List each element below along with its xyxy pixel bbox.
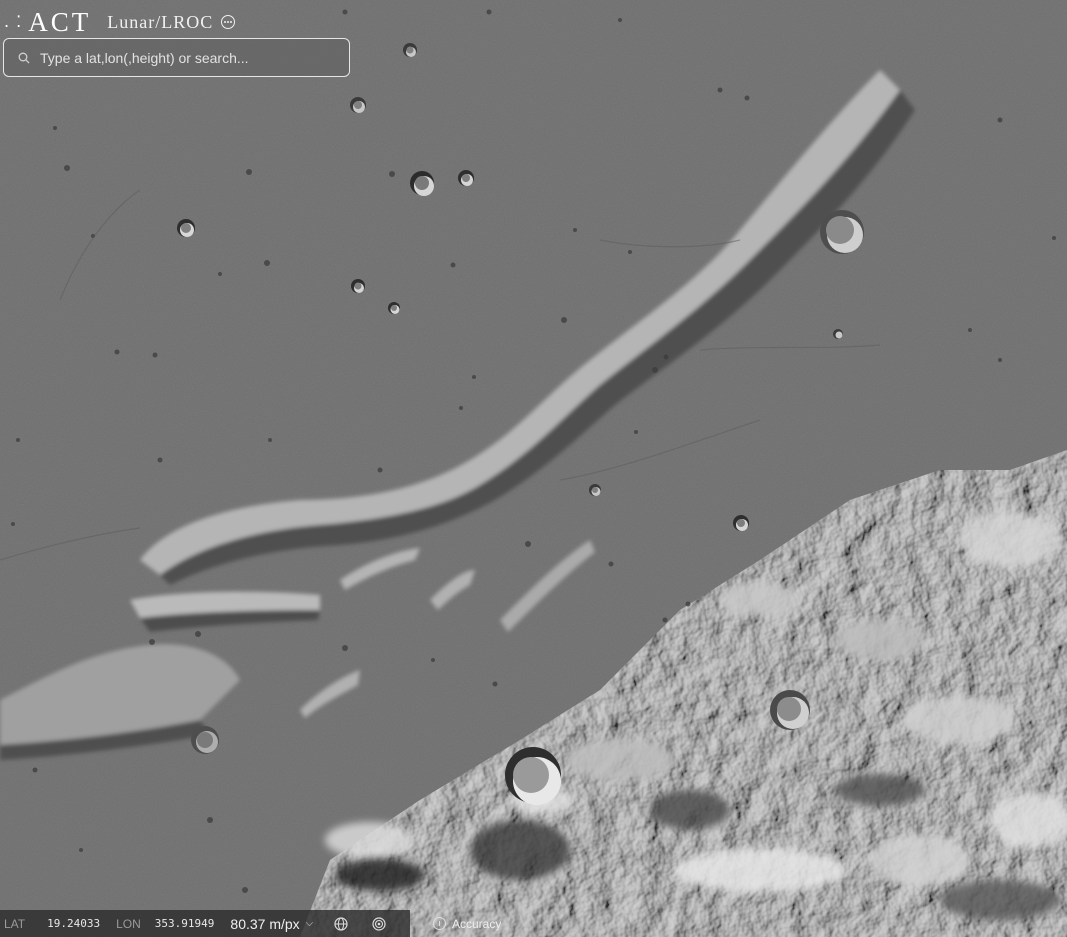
chevron-down-icon: ⌵ [305,918,314,929]
search-input[interactable] [40,49,349,66]
lat-label: LAT [4,916,26,931]
lon-label: LON [116,916,141,931]
terrain-imagery [0,0,1067,937]
scale-dropdown[interactable]: 80.37 m/px ⌵ [230,916,313,932]
layer-name[interactable]: Lunar/LROC [107,8,213,36]
brand-mark: . ⁚ [4,12,23,31]
more-circle-icon[interactable] [221,15,236,29]
search-icon [18,52,30,63]
accuracy-label: Accuracy [452,916,502,931]
search-bar [3,38,350,77]
app-brand: . ⁚ ACT Lunar/LROC [4,7,236,37]
accuracy-toggle[interactable]: Accuracy [426,910,501,937]
lunar-map-canvas[interactable] [0,0,1067,937]
lat-value: 19.24033 [47,917,101,930]
globe-icon[interactable] [333,916,349,932]
scale-value: 80.37 m/px [230,915,300,932]
info-icon [433,917,446,930]
coordinate-statusbar: LAT 19.24033 LON 353.91949 80.37 m/px ⌵ [0,910,410,937]
target-icon[interactable] [371,916,387,932]
lon-value: 353.91949 [154,917,215,930]
brand-name: ACT [28,7,92,37]
